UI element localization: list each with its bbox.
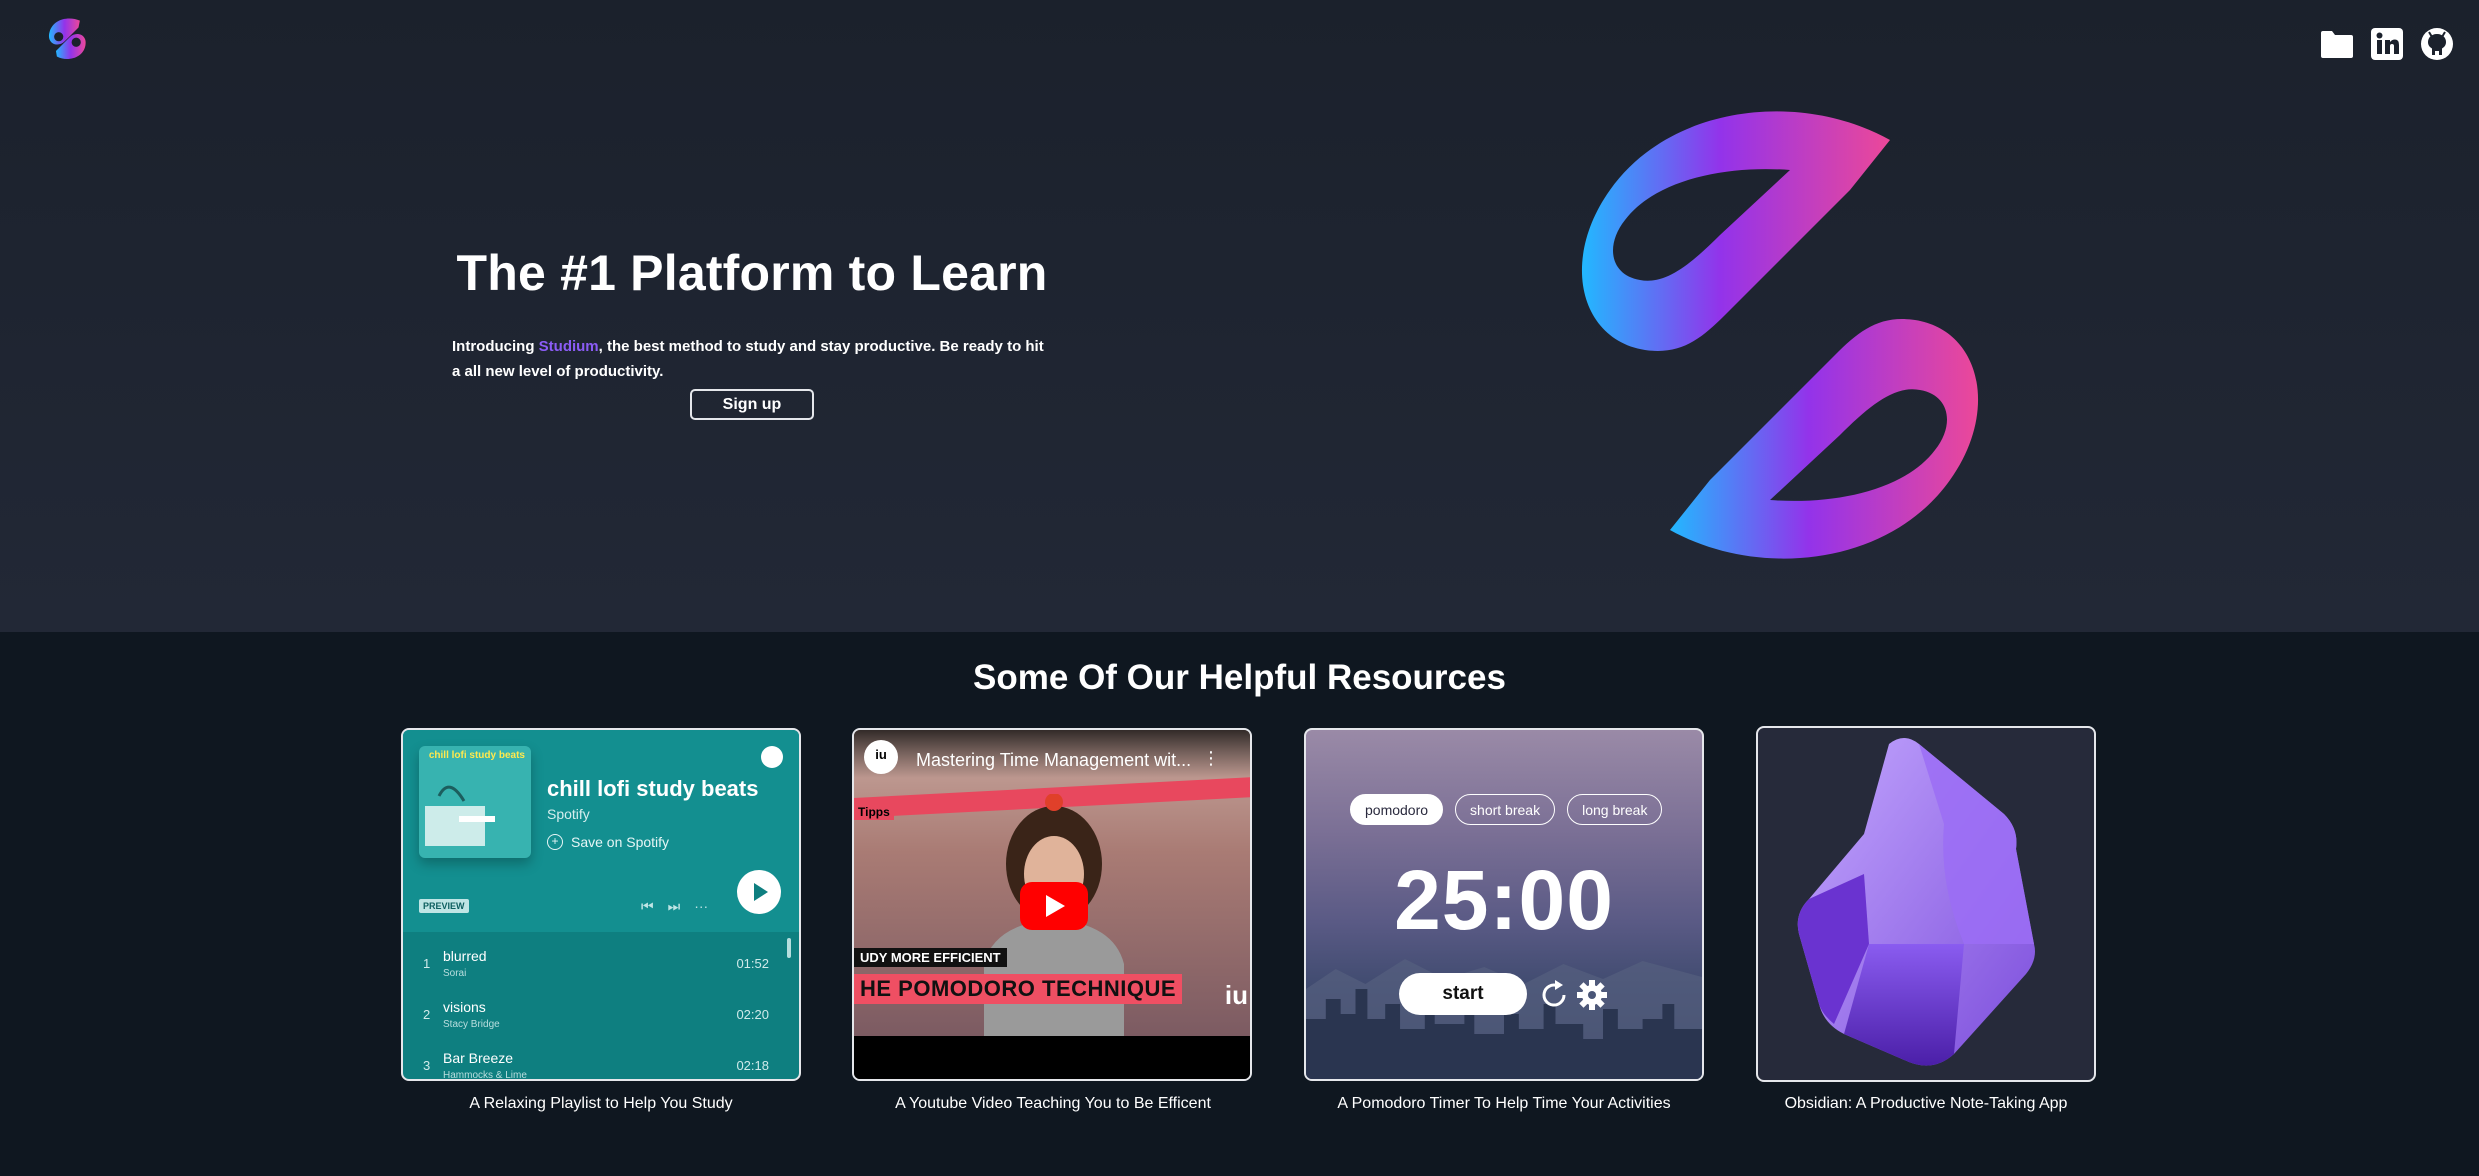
track-artist: Stacy Bridge <box>443 1019 500 1030</box>
signup-button[interactable]: Sign up <box>690 389 814 420</box>
track-name: Bar Breeze <box>443 1050 514 1066</box>
track-name: visions <box>443 999 486 1015</box>
video-header: iu Mastering Time Management wit... ⋮ <box>854 730 1250 778</box>
track-number: 1 <box>423 956 431 971</box>
video-title[interactable]: Mastering Time Management wit... <box>916 750 1206 771</box>
pomodoro-timer: pomodoro short break long break 25:00 st… <box>1304 728 1704 1081</box>
youtube-caption: A Youtube Video Teaching You to Be Effic… <box>895 1095 1211 1112</box>
tab-long-break[interactable]: long break <box>1567 794 1663 825</box>
spotify-logo-icon[interactable] <box>761 746 783 768</box>
kebab-menu-icon[interactable]: ⋮ <box>1202 748 1220 769</box>
resources-section: Some Of Our Helpful Resources chill lofi… <box>0 632 2479 1176</box>
channel-avatar[interactable]: iu <box>864 740 898 774</box>
save-on-spotify-button[interactable]: + Save on Spotify <box>547 834 669 850</box>
hero-title: The #1 Platform to Learn <box>456 245 1048 301</box>
playback-controls: ⏮ ⏭ ··· <box>641 898 708 915</box>
folder-icon[interactable] <box>2319 26 2355 62</box>
track-number: 3 <box>423 1058 431 1073</box>
github-icon[interactable] <box>2419 26 2455 62</box>
track-name: blurred <box>443 948 487 964</box>
next-track-icon[interactable]: ⏭ <box>668 898 681 915</box>
resources-title: Some Of Our Helpful Resources <box>973 658 1506 697</box>
track-number: 2 <box>423 1007 431 1022</box>
hero-section: The #1 Platform to Learn Introducing Stu… <box>0 0 2479 632</box>
header-icons <box>2319 26 2455 62</box>
desc-prefix: Introducing <box>452 338 539 355</box>
thumbnail-caption-2: HE POMODORO TECHNIQUE <box>854 974 1183 1004</box>
spotify-caption: A Relaxing Playlist to Help You Study <box>469 1095 733 1112</box>
iu-logo: iu <box>1224 980 1248 1010</box>
preview-badge: PREVIEW <box>419 899 469 913</box>
timer-display: 25:00 <box>1394 853 1614 947</box>
start-button[interactable]: start <box>1399 973 1527 1015</box>
video-bottom-bar <box>854 1036 1250 1079</box>
youtube-play-button[interactable] <box>1020 882 1088 930</box>
studium-logo[interactable] <box>44 16 90 62</box>
timer-mode-tabs: pomodoro short break long break <box>1350 794 1663 825</box>
gear-icon[interactable] <box>1575 978 1609 1012</box>
save-label: Save on Spotify <box>571 834 670 850</box>
playlist-cover[interactable]: chill lofi study beats <box>419 746 531 858</box>
play-button[interactable] <box>737 870 781 914</box>
linkedin-icon[interactable] <box>2369 26 2405 62</box>
hero-description: Introducing Studium, the best method to … <box>452 334 1052 384</box>
obsidian-logo-icon <box>1797 738 2035 1066</box>
track-duration: 02:18 <box>736 1058 769 1073</box>
obsidian-caption: Obsidian: A Productive Note-Taking App <box>1784 1095 2068 1112</box>
track-duration: 02:20 <box>736 1007 769 1022</box>
thumbnail-caption-1: UDY MORE EFFICIENT <box>854 948 1007 967</box>
more-options-icon[interactable]: ··· <box>694 898 708 915</box>
studium-hero-logo <box>1581 111 1979 559</box>
spotify-embed[interactable]: chill lofi study beats chill lofi study … <box>401 728 801 1081</box>
track-artist: Hammocks & Lime <box>443 1070 527 1081</box>
track-duration: 01:52 <box>736 956 769 971</box>
hero-text-block: The #1 Platform to Learn Introducing Stu… <box>452 244 1052 384</box>
track-row[interactable]: 2 visions Stacy Bridge 02:20 <box>403 989 799 1039</box>
youtube-embed[interactable]: Tipps iu Mastering Time Management wit..… <box>852 728 1252 1081</box>
track-artist: Sorai <box>443 968 467 979</box>
track-row[interactable]: 1 blurred Sorai 01:52 <box>403 938 799 988</box>
plus-circle-icon: + <box>547 834 563 850</box>
playlist-title[interactable]: chill lofi study beats <box>547 776 758 802</box>
track-row[interactable]: 3 Bar Breeze Hammocks & Lime 02:18 <box>403 1040 799 1081</box>
obsidian-card[interactable] <box>1756 726 2096 1082</box>
tab-pomodoro[interactable]: pomodoro <box>1350 794 1444 825</box>
tipps-label: Tipps <box>854 804 894 820</box>
spotify-header: chill lofi study beats chill lofi study … <box>403 730 799 932</box>
pomodoro-caption: A Pomodoro Timer To Help Time Your Activ… <box>1337 1095 1671 1112</box>
video-thumbnail[interactable]: Tipps iu Mastering Time Management wit..… <box>854 730 1250 1036</box>
reset-icon[interactable] <box>1537 978 1571 1012</box>
previous-track-icon[interactable]: ⏮ <box>641 898 654 915</box>
playlist-owner[interactable]: Spotify <box>547 806 590 822</box>
brand-name: Studium <box>538 338 599 355</box>
tab-short-break[interactable]: short break <box>1455 794 1556 825</box>
